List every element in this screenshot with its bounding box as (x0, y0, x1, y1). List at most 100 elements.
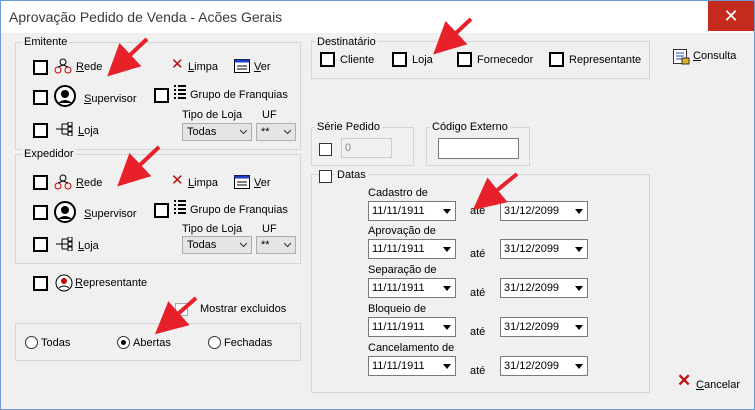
emitente-uf-label: UF (262, 109, 277, 121)
clear-icon[interactable]: ✕ (171, 57, 184, 72)
emitente-grupo-label: Grupo de Franquias (190, 89, 288, 101)
expedidor-rede-checkbox[interactable] (33, 175, 48, 190)
emitente-tipo-loja-select[interactable]: Todas (182, 123, 252, 141)
close-button[interactable]: ✕ (708, 1, 754, 31)
supervisor-icon (54, 85, 76, 107)
window-title: Aprovação Pedido de Venda - Acões Gerais (9, 9, 283, 25)
mostrar-excluidos-checkbox[interactable] (175, 303, 188, 316)
chevron-down-icon (284, 129, 291, 135)
representante-label[interactable]: Representante (75, 277, 147, 290)
destinatario-representante-label: Representante (569, 54, 642, 66)
emitente-supervisor-label[interactable]: Supervisor (84, 93, 137, 106)
expedidor-tipo-loja-select[interactable]: Todas (182, 236, 252, 254)
emitente-supervisor-checkbox[interactable] (33, 90, 48, 105)
expedidor-limpa-button[interactable]: Limpa (188, 177, 218, 190)
emitente-label: Emitente (22, 36, 70, 49)
supervisor-icon (54, 201, 76, 223)
emitente-limpa-button[interactable]: Limpa (188, 61, 218, 74)
date-to-select[interactable]: 31/12/2099 (500, 317, 588, 337)
datas-group: Datas Cadastro de 11/11/1911 até 31/12/2… (311, 169, 650, 393)
emitente-uf-select[interactable]: ** (256, 123, 296, 141)
representante-checkbox[interactable] (33, 276, 48, 291)
emitente-group: Emitente Rede Supervisor Loja ✕ Limpa Ve… (15, 36, 301, 150)
destinatario-representante-checkbox[interactable] (549, 52, 564, 67)
destinatario-fornecedor-checkbox[interactable] (457, 52, 472, 67)
clear-icon[interactable]: ✕ (171, 173, 184, 188)
expedidor-grupo-checkbox[interactable] (154, 203, 169, 218)
expedidor-ver-button[interactable]: Ver (254, 177, 271, 190)
radio-abertas-label: Abertas (133, 337, 171, 349)
ate-label: até (470, 326, 486, 338)
serie-pedido-group: Série Pedido 0 (311, 121, 414, 166)
radio-abertas[interactable] (117, 336, 130, 349)
expedidor-loja-checkbox[interactable] (33, 237, 48, 252)
expedidor-loja-label[interactable]: Loja (78, 240, 99, 253)
date-to-select[interactable]: 31/12/2099 (500, 356, 588, 376)
date-from-select[interactable]: 11/11/1911 (368, 356, 456, 376)
expedidor-uf-label: UF (262, 223, 277, 235)
date-row-label: Cadastro de (368, 187, 428, 199)
expedidor-supervisor-checkbox[interactable] (33, 205, 48, 220)
chevron-down-icon (570, 241, 586, 257)
report-icon (673, 49, 690, 65)
consulta-button[interactable]: Consulta (673, 47, 743, 67)
date-to-select[interactable]: 31/12/2099 (500, 278, 588, 298)
date-from-select[interactable]: 11/11/1911 (368, 239, 456, 259)
view-icon[interactable] (234, 59, 250, 73)
representative-icon (55, 274, 73, 292)
cancelar-button[interactable]: ✕ Cancelar (677, 371, 747, 395)
expedidor-tipo-loja-label: Tipo de Loja (182, 223, 243, 235)
datas-label: Datas (335, 169, 368, 182)
view-icon[interactable] (234, 175, 250, 189)
expedidor-rede-label[interactable]: Rede (76, 177, 102, 190)
radio-todas-label: Todas (41, 337, 71, 349)
emitente-rede-label[interactable]: Rede (76, 61, 102, 74)
title-bar: Aprovação Pedido de Venda - Acões Gerais… (1, 1, 754, 33)
emitente-ver-button[interactable]: Ver (254, 61, 271, 74)
date-row-label: Separação de (368, 264, 437, 276)
datas-checkbox[interactable] (319, 170, 332, 183)
emitente-loja-checkbox[interactable] (33, 123, 48, 138)
chevron-down-icon (240, 242, 247, 248)
emitente-tipo-loja-label: Tipo de Loja (182, 109, 243, 121)
ate-label: até (470, 205, 486, 217)
expedidor-supervisor-label[interactable]: Supervisor (84, 208, 137, 221)
radio-fechadas[interactable] (208, 336, 221, 349)
date-row-label: Cancelamento de (368, 342, 455, 354)
chevron-down-icon (438, 241, 454, 257)
emitente-rede-checkbox[interactable] (33, 60, 48, 75)
chevron-down-icon (240, 129, 247, 135)
network-icon (54, 58, 72, 74)
radio-todas[interactable] (25, 336, 38, 349)
destinatario-loja-checkbox[interactable] (392, 52, 407, 67)
date-to-select[interactable]: 31/12/2099 (500, 201, 588, 221)
list-icon (174, 200, 186, 214)
expedidor-group: Expedidor Rede Supervisor Loja ✕ Limpa V… (15, 148, 301, 264)
chevron-down-icon (570, 358, 586, 374)
serie-pedido-input[interactable]: 0 (341, 138, 392, 158)
store-tree-icon (56, 122, 73, 136)
codigo-externo-input[interactable] (438, 138, 519, 159)
destinatario-loja-label: Loja (412, 54, 433, 66)
dialog-body: Emitente Rede Supervisor Loja ✕ Limpa Ve… (1, 33, 754, 409)
date-row-label: Aprovação de (368, 225, 436, 237)
date-from-select[interactable]: 11/11/1911 (368, 201, 456, 221)
destinatario-label: Destinatário (315, 36, 378, 49)
expedidor-grupo-label: Grupo de Franquias (190, 204, 288, 216)
chevron-down-icon (438, 203, 454, 219)
date-from-select[interactable]: 11/11/1911 (368, 278, 456, 298)
emitente-loja-label[interactable]: Loja (78, 125, 99, 138)
serie-pedido-checkbox[interactable] (319, 143, 332, 156)
destinatario-cliente-checkbox[interactable] (320, 52, 335, 67)
cancel-icon: ✕ (677, 371, 692, 390)
emitente-grupo-checkbox[interactable] (154, 88, 169, 103)
dialog-window: Aprovação Pedido de Venda - Acões Gerais… (0, 0, 755, 410)
date-from-select[interactable]: 11/11/1911 (368, 317, 456, 337)
network-icon (54, 174, 72, 190)
ate-label: até (470, 365, 486, 377)
ate-label: até (470, 248, 486, 260)
destinatario-group: Destinatário Cliente Loja Fornecedor Rep… (311, 36, 650, 79)
expedidor-uf-select[interactable]: ** (256, 236, 296, 254)
codigo-externo-label: Código Externo (430, 121, 510, 134)
date-to-select[interactable]: 31/12/2099 (500, 239, 588, 259)
